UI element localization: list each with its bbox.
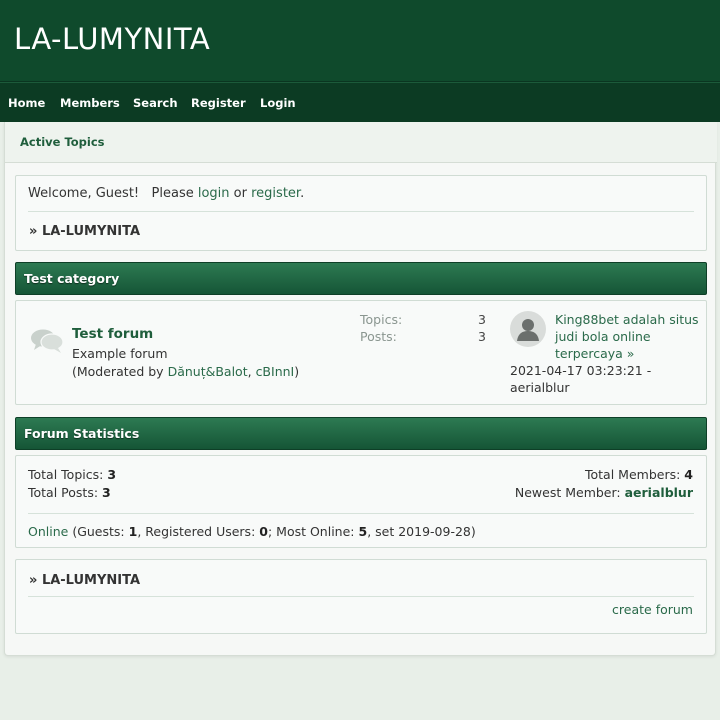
total-posts: Total Posts: 3	[28, 485, 111, 500]
footer-breadcrumb: » LA-LUMYNITA	[29, 573, 140, 588]
total-members-label: Total Members:	[585, 467, 681, 482]
last-post: King88bet adalah situs judi bola online …	[555, 311, 705, 362]
forum-bubbles-icon	[31, 329, 64, 353]
statistics-title: Forum Statistics	[24, 426, 140, 441]
divider	[28, 211, 694, 212]
footer-box: » LA-LUMYNITA create forum	[15, 559, 707, 634]
online-stats: Online (Guests: 1, Registered Users: 0; …	[28, 524, 476, 539]
online-link[interactable]: Online	[28, 524, 68, 539]
total-members: Total Members: 4	[585, 467, 693, 482]
nav-item-register[interactable]: Register	[191, 96, 246, 110]
welcome-period: .	[300, 186, 305, 201]
user-silhouette-icon	[517, 319, 539, 341]
posts-count: 3	[478, 329, 486, 344]
welcome-or: or	[233, 186, 247, 201]
avatar[interactable]	[510, 311, 546, 347]
topics-count: 3	[478, 312, 486, 327]
welcome-box: Welcome, Guest! Please login or register…	[15, 175, 707, 251]
last-post-datetime: 2021-04-17 03:23:21	[510, 363, 643, 378]
register-link[interactable]: register	[251, 186, 300, 201]
main-nav: Home Members Search Register Login	[0, 82, 720, 122]
registered-value: 0	[259, 524, 268, 539]
welcome-greeting: Welcome, Guest!	[28, 186, 140, 201]
most-online-date: , set 2019-09-28)	[367, 524, 476, 539]
divider	[28, 596, 694, 597]
category-title[interactable]: Test category	[24, 271, 119, 286]
nav-item-members[interactable]: Members	[60, 96, 120, 110]
total-topics-value: 3	[107, 467, 117, 482]
most-online-value: 5	[358, 524, 368, 539]
total-topics-label: Total Topics:	[28, 467, 104, 482]
nav-item-login[interactable]: Login	[260, 96, 296, 110]
welcome-please: Please	[151, 186, 194, 201]
moderated-prefix: (Moderated by	[72, 364, 164, 379]
moderator-link[interactable]: Dănuț&Balot	[168, 364, 248, 379]
registered-label: , Registered Users:	[137, 524, 256, 539]
last-post-arrow[interactable]: »	[627, 346, 635, 361]
breadcrumb-arrow: »	[29, 224, 38, 239]
newest-member-label: Newest Member:	[514, 485, 621, 500]
forum-row: Test forum Example forum (Moderated by D…	[15, 300, 707, 405]
site-header: LA-LUMYNITA	[0, 0, 720, 82]
moderated-suffix: )	[294, 364, 300, 379]
breadcrumb-home-link[interactable]: LA-LUMYNITA	[42, 224, 140, 239]
welcome-message: Welcome, Guest! Please login or register…	[28, 186, 304, 201]
newest-member-link[interactable]: aerialblur	[625, 485, 693, 500]
create-forum-link[interactable]: create forum	[612, 602, 693, 617]
divider	[28, 513, 694, 514]
topics-label: Topics:	[360, 312, 403, 327]
moderator-link[interactable]: cBInnI	[256, 364, 295, 379]
last-post-separator: -	[646, 363, 652, 378]
posts-label: Posts:	[360, 329, 397, 344]
forum-name-link[interactable]: Test forum	[72, 326, 153, 342]
total-posts-value: 3	[102, 485, 111, 500]
page-container: Active Topics Welcome, Guest! Please log…	[4, 122, 717, 656]
guests-label: (Guests:	[72, 524, 125, 539]
total-topics: Total Topics: 3	[28, 467, 116, 482]
category-header: Test category	[15, 262, 707, 295]
breadcrumb: » LA-LUMYNITA	[29, 224, 140, 239]
last-post-author: aerialblur	[510, 380, 570, 395]
total-posts-label: Total Posts:	[28, 485, 99, 500]
nav-item-search[interactable]: Search	[133, 96, 178, 110]
forum-description: Example forum	[72, 346, 168, 361]
statistics-box: Total Topics: 3 Total Posts: 3 Total Mem…	[15, 455, 707, 548]
total-members-value: 4	[684, 467, 693, 482]
breadcrumb-arrow: »	[29, 573, 38, 588]
active-topics-link[interactable]: Active Topics	[20, 135, 105, 149]
sub-navigation: Active Topics	[5, 122, 717, 163]
newest-member: Newest Member: aerialblur	[515, 485, 693, 500]
forum-moderators: (Moderated by Dănuț&Balot, cBInnI)	[72, 364, 300, 379]
last-post-meta: 2021-04-17 03:23:21 - aerialblur	[510, 362, 700, 396]
site-title[interactable]: LA-LUMYNITA	[14, 22, 210, 56]
most-online-label: ; Most Online:	[267, 524, 355, 539]
breadcrumb-home-link[interactable]: LA-LUMYNITA	[42, 573, 140, 588]
nav-item-home[interactable]: Home	[8, 96, 45, 110]
statistics-header: Forum Statistics	[15, 417, 707, 450]
login-link[interactable]: login	[198, 186, 230, 201]
